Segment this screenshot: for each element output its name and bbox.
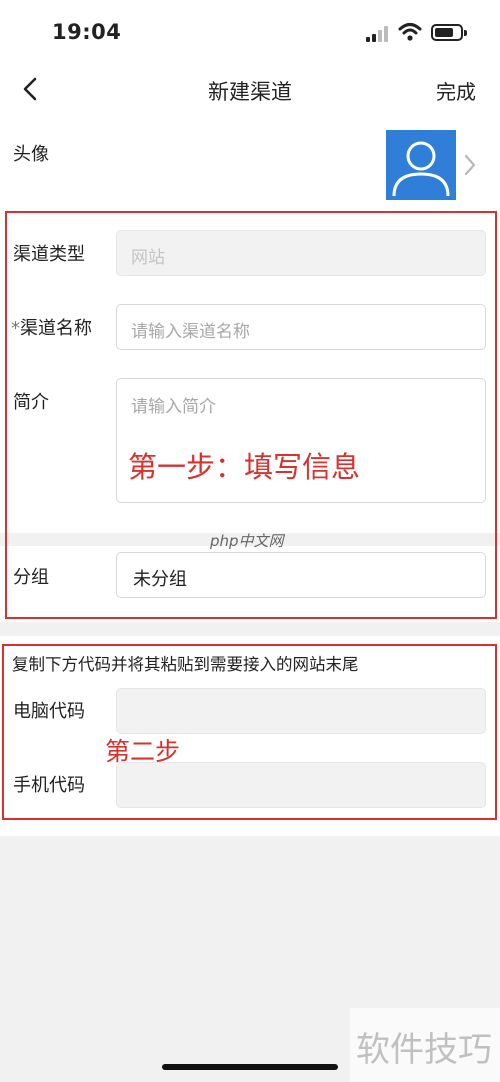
intro-label: 简介 [13, 392, 49, 413]
battery-icon [431, 24, 467, 41]
intro-placeholder: 请输入简介 [131, 397, 216, 417]
page-title: 新建渠道 [208, 80, 292, 104]
group-select[interactable]: 未分组 [116, 552, 486, 598]
step1-annotation: 第一步：填写信息 [128, 450, 361, 484]
mobile-code-label: 手机代码 [13, 775, 85, 796]
channel-name-input[interactable]: 请输入渠道名称 [116, 304, 486, 350]
pc-code-field[interactable] [116, 688, 486, 734]
avatar-label: 头像 [13, 144, 49, 165]
wifi-icon [398, 22, 422, 42]
channel-type-label: 渠道类型 [13, 244, 85, 265]
channel-name-label-row: *渠道名称 [11, 314, 92, 340]
required-asterisk: * [11, 318, 20, 339]
channel-type-field: 网站 [116, 230, 486, 276]
watermark-corner: 软件技巧 [350, 1008, 500, 1082]
done-button[interactable]: 完成 [436, 76, 476, 105]
group-label: 分组 [13, 567, 49, 588]
user-icon [392, 141, 450, 197]
channel-name-label: 渠道名称 [20, 318, 92, 339]
mobile-code-field[interactable] [116, 762, 486, 808]
channel-name-placeholder: 请输入渠道名称 [131, 322, 250, 342]
channel-type-value: 网站 [131, 248, 165, 268]
cellular-signal-icon [366, 26, 390, 42]
chevron-right-icon[interactable] [462, 152, 478, 178]
code-instruction: 复制下方代码并将其粘贴到需要接入的网站末尾 [12, 655, 359, 674]
pc-code-label: 电脑代码 [13, 701, 85, 722]
watermark-center: php中文网 [210, 532, 284, 550]
group-value: 未分组 [133, 569, 187, 590]
avatar[interactable] [386, 130, 456, 200]
home-indicator [162, 1064, 338, 1070]
status-time: 19:04 [52, 20, 122, 44]
